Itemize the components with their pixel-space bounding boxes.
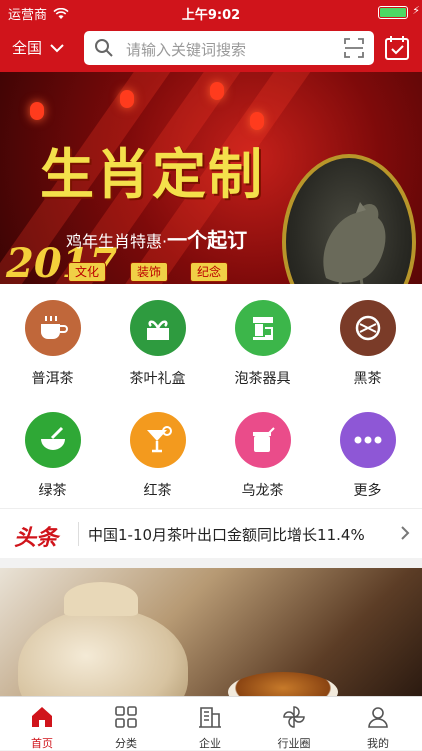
category-label: 黑茶	[353, 371, 382, 387]
battery-icon	[378, 6, 408, 19]
chevron-right-icon[interactable]	[400, 525, 410, 541]
bottom-tab-bar: 首页 分类 企业 行业圈 我的	[0, 696, 422, 750]
rooster-plate-image	[282, 154, 416, 284]
category-item-tea-ware[interactable]: 泡茶器具	[210, 284, 315, 396]
search-input[interactable]: 请输入关键词搜索	[126, 39, 246, 60]
tea-machine-icon	[235, 300, 291, 356]
building-icon	[199, 707, 221, 728]
category-label: 茶叶礼盒	[129, 371, 186, 387]
banner-tag: 纪念	[190, 262, 229, 282]
mortar-icon	[25, 412, 81, 468]
home-icon	[32, 707, 52, 727]
teapot-shape	[18, 608, 188, 696]
category-item-dark-tea[interactable]: 黑茶	[315, 284, 420, 396]
grid-icon	[115, 706, 137, 728]
status-time: 上午9:02	[181, 8, 241, 23]
banner-subtitle: 鸡年生肖特惠·一个起订	[66, 228, 248, 252]
chevron-down-icon	[50, 43, 64, 52]
more-icon	[340, 412, 396, 468]
promo-banner[interactable]: 生肖定制 2017 鸡年生肖特惠·一个起订 文化 装饰 纪念	[0, 72, 422, 284]
category-label: 红茶	[143, 483, 172, 499]
category-item-gift-box[interactable]: 茶叶礼盒	[105, 284, 210, 396]
category-grid: 普洱茶 茶叶礼盒 泡茶器具 黑茶 绿茶 红茶 乌龙茶 更多	[0, 284, 422, 508]
teapot-feature-image[interactable]	[0, 568, 422, 696]
category-item-more[interactable]: 更多	[315, 396, 420, 508]
headline-text[interactable]: 中国1-10月茶叶出口金额同比增长11.4%	[88, 524, 365, 545]
banner-title: 生肖定制	[40, 142, 264, 206]
search-box[interactable]: 请输入关键词搜索	[84, 31, 374, 65]
tea-cup-shape	[228, 672, 338, 696]
category-item-puer[interactable]: 普洱茶	[0, 284, 105, 396]
region-selector[interactable]: 全国	[12, 37, 64, 58]
teapot-lid	[64, 582, 138, 616]
banner-tag: 文化	[68, 262, 107, 282]
region-label: 全国	[12, 39, 43, 57]
tab-category[interactable]: 分类	[84, 697, 168, 751]
tab-label: 分类	[115, 737, 137, 750]
category-item-black-tea[interactable]: 红茶	[105, 396, 210, 508]
category-label: 泡茶器具	[234, 371, 291, 387]
status-bar: 运营商 上午9:02 ⚡	[0, 0, 422, 24]
pinwheel-icon	[283, 706, 305, 728]
cocktail-icon	[130, 412, 186, 468]
category-label: 绿茶	[38, 483, 67, 499]
jar-icon	[235, 412, 291, 468]
banner-subtitle-prefix: 鸡年生肖特惠	[66, 232, 163, 251]
category-label: 乌龙茶	[241, 483, 284, 499]
tab-mine[interactable]: 我的	[336, 697, 420, 751]
tea-cake-icon	[340, 300, 396, 356]
divider	[78, 522, 79, 546]
tab-industry-circle[interactable]: 行业圈	[252, 697, 336, 751]
gift-box-icon	[130, 300, 186, 356]
tab-label: 企业	[199, 737, 221, 750]
headline-ticker[interactable]: 头条 中国1-10月茶叶出口金额同比增长11.4%	[0, 508, 422, 558]
search-icon	[95, 39, 113, 57]
top-bar: 全国 请输入关键词搜索	[0, 24, 422, 72]
person-icon	[368, 707, 388, 728]
banner-tag: 装饰	[130, 262, 169, 282]
calendar-check-icon[interactable]	[384, 35, 410, 61]
category-label: 普洱茶	[31, 371, 74, 387]
tab-enterprise[interactable]: 企业	[168, 697, 252, 751]
category-label: 更多	[353, 483, 382, 499]
charging-icon: ⚡	[412, 4, 420, 17]
category-item-oolong[interactable]: 乌龙茶	[210, 396, 315, 508]
category-item-green-tea[interactable]: 绿茶	[0, 396, 105, 508]
headline-logo: 头条	[14, 525, 59, 551]
banner-subtitle-main: 一个起订	[167, 228, 248, 252]
tab-label: 行业圈	[277, 737, 311, 750]
scan-icon[interactable]	[344, 38, 364, 58]
tab-home[interactable]: 首页	[0, 697, 84, 751]
tab-label: 首页	[31, 737, 53, 750]
tea-cup-icon	[25, 300, 81, 356]
tab-label: 我的	[367, 737, 389, 750]
